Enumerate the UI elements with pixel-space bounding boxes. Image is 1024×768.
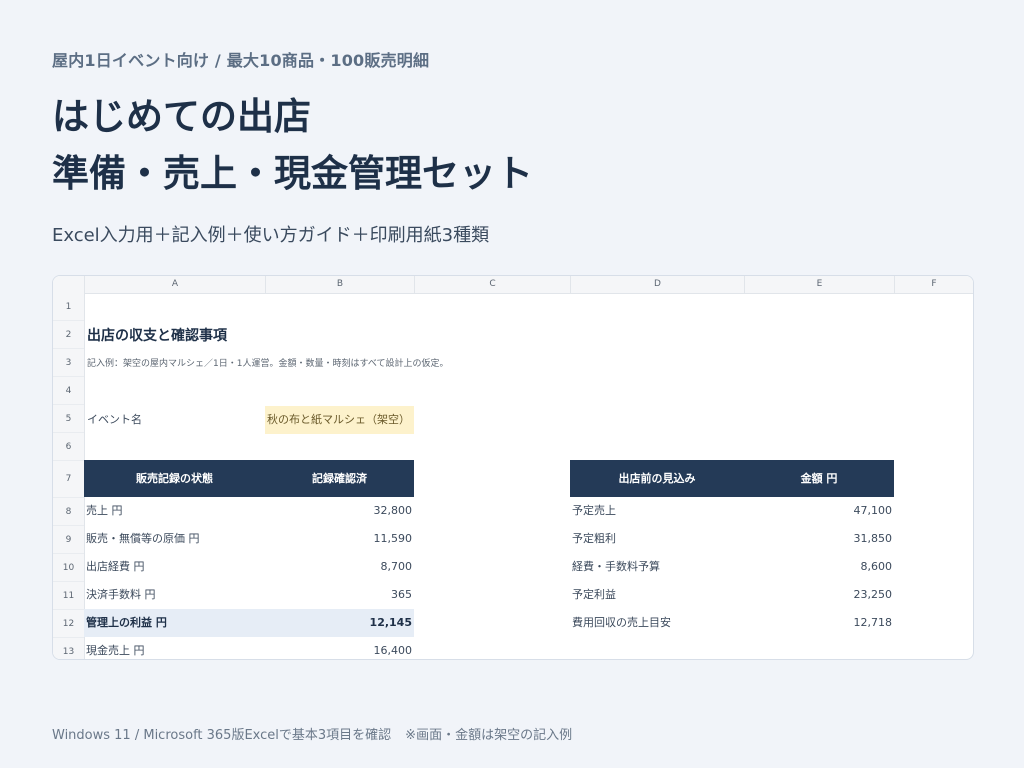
cash-sales-value[interactable]: 16,400 — [265, 637, 414, 659]
row-header[interactable]: 9 — [53, 526, 84, 554]
row-header[interactable]: 6 — [53, 433, 84, 461]
row-header[interactable]: 13 — [53, 638, 84, 659]
right-table-header-value[interactable]: 金額 円 — [744, 460, 894, 497]
planned-profit-label[interactable]: 予定利益 — [570, 581, 744, 609]
sales-label[interactable]: 売上 円 — [84, 497, 265, 525]
row-header[interactable]: 10 — [53, 554, 84, 582]
row-header[interactable]: 5 — [53, 405, 84, 433]
row-header[interactable]: 8 — [53, 498, 84, 526]
event-name-label[interactable]: イベント名 — [87, 406, 142, 434]
left-table-header-label[interactable]: 販売記録の状態 — [84, 460, 265, 497]
expense-budget-value[interactable]: 8,600 — [744, 553, 894, 581]
breakeven-label[interactable]: 費用回収の売上目安 — [570, 609, 744, 637]
column-header-d[interactable]: D — [570, 276, 744, 293]
page-title-line2: 準備・売上・現金管理セット — [52, 152, 533, 195]
left-table-header-value[interactable]: 記録確認済 — [265, 460, 414, 497]
page-title-line1: はじめての出店 — [52, 95, 311, 138]
row-header-bar: 1 2 3 4 5 6 7 8 9 10 11 12 13 — [53, 293, 85, 659]
profit-value[interactable]: 12,145 — [265, 609, 414, 637]
fee-label[interactable]: 決済手数料 円 — [84, 581, 265, 609]
column-header-a[interactable]: A — [84, 276, 265, 293]
row-header[interactable]: 7 — [53, 461, 84, 498]
column-header-bar: A B C D E F — [53, 276, 973, 294]
event-name-input-cell[interactable]: 秋の布と紙マルシェ（架空） — [265, 406, 414, 434]
expense-label[interactable]: 出店経費 円 — [84, 553, 265, 581]
cash-sales-label[interactable]: 現金売上 円 — [84, 637, 265, 659]
profit-label[interactable]: 管理上の利益 円 — [84, 609, 265, 637]
right-table-header: 出店前の見込み 金額 円 — [570, 460, 894, 497]
footer-note: ※画面・金額は架空の記入例 — [405, 728, 573, 743]
column-header-c[interactable]: C — [414, 276, 570, 293]
row-header[interactable]: 4 — [53, 377, 84, 405]
breakeven-value[interactable]: 12,718 — [744, 609, 894, 637]
spreadsheet-preview: A B C D E F 1 2 3 4 5 6 7 8 9 10 11 12 1… — [52, 275, 974, 660]
planned-gross-value[interactable]: 31,850 — [744, 525, 894, 553]
expense-budget-label[interactable]: 経費・手数料予算 — [570, 553, 744, 581]
row-header[interactable]: 12 — [53, 610, 84, 638]
column-header-b[interactable]: B — [265, 276, 414, 293]
sales-value[interactable]: 32,800 — [265, 497, 414, 525]
row-header[interactable]: 3 — [53, 349, 84, 377]
right-table-header-label[interactable]: 出店前の見込み — [570, 460, 744, 497]
column-header-f[interactable]: F — [894, 276, 973, 293]
column-header-e[interactable]: E — [744, 276, 894, 293]
page-subtitle: Excel入力用＋記入例＋使い方ガイド＋印刷用紙3種類 — [52, 225, 490, 246]
sheet-title[interactable]: 出店の収支と確認事項 — [87, 322, 227, 350]
planned-profit-value[interactable]: 23,250 — [744, 581, 894, 609]
cost-value[interactable]: 11,590 — [265, 525, 414, 553]
row-header[interactable]: 2 — [53, 321, 84, 349]
footer-text: Windows 11 / Microsoft 365版Excelで基本3項目を確… — [52, 724, 572, 743]
row-header[interactable]: 1 — [53, 293, 84, 321]
eyebrow-text: 屋内1日イベント向け / 最大10商品・100販売明細 — [52, 51, 430, 70]
planned-sales-label[interactable]: 予定売上 — [570, 497, 744, 525]
fee-value[interactable]: 365 — [265, 581, 414, 609]
cost-label[interactable]: 販売・無償等の原価 円 — [84, 525, 265, 553]
left-table-header: 販売記録の状態 記録確認済 — [84, 460, 414, 497]
planned-sales-value[interactable]: 47,100 — [744, 497, 894, 525]
row-header[interactable]: 11 — [53, 582, 84, 610]
planned-gross-label[interactable]: 予定粗利 — [570, 525, 744, 553]
sheet-note[interactable]: 記入例：架空の屋内マルシェ／1日・1人運営。金額・数量・時刻はすべて設計上の仮定… — [87, 350, 448, 378]
footer-env: Windows 11 / Microsoft 365版Excelで基本3項目を確… — [52, 728, 392, 743]
page-title: はじめての出店 準備・売上・現金管理セット — [52, 88, 533, 202]
expense-value[interactable]: 8,700 — [265, 553, 414, 581]
